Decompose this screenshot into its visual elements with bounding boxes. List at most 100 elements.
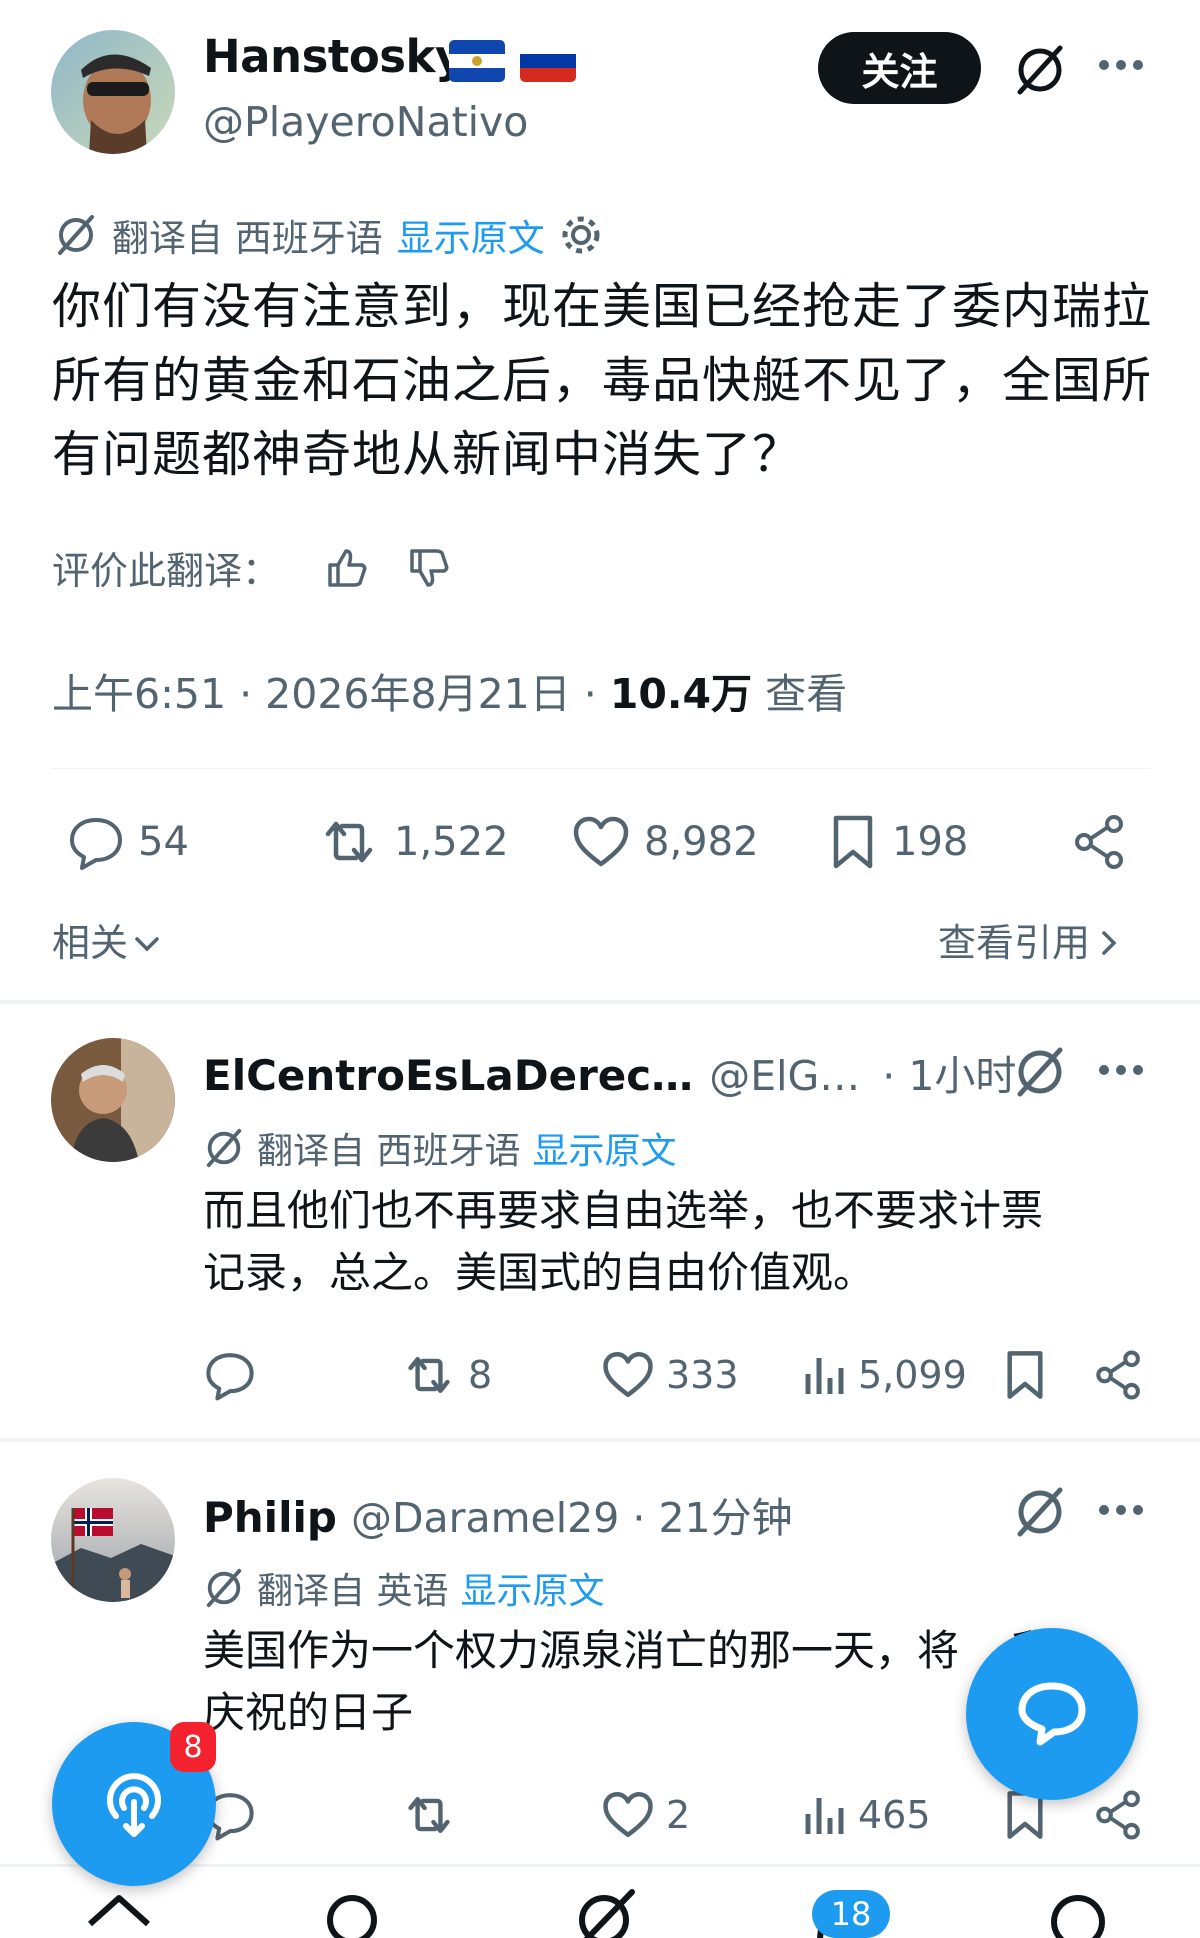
views-count: 465 <box>858 1793 931 1837</box>
repost-count: 1,522 <box>394 819 509 865</box>
reply-text-line: 记录，总之。美国式的自由价值观。 <box>203 1248 876 1297</box>
flag-el-salvador-icon <box>449 40 505 82</box>
grok-icon <box>203 1127 245 1169</box>
profile-icon[interactable] <box>1048 1892 1108 1938</box>
bookmark-icon[interactable] <box>1000 1348 1050 1402</box>
reply-author-name[interactable]: Philip <box>203 1493 337 1542</box>
like-count: 8,982 <box>644 819 759 865</box>
author-name[interactable]: Hanstosky <box>203 30 464 83</box>
author-avatar[interactable] <box>51 30 175 154</box>
repost-icon <box>408 1796 450 1834</box>
tweet-time[interactable]: 上午6:51 · 2026年8月21日 · <box>52 670 610 718</box>
notifications-badge: 18 <box>812 1890 890 1938</box>
author-handle[interactable]: @PlayeroNativo <box>203 98 528 146</box>
views-icon <box>805 1358 844 1394</box>
repost-button[interactable] <box>400 1788 458 1842</box>
like-button[interactable]: 333 <box>600 1348 739 1402</box>
reply-text: 而且他们也不再要求自由选举，也不要求计票 记录，总之。美国式的自由价值观。 <box>203 1180 1163 1304</box>
thumb-up-icon[interactable] <box>324 545 370 591</box>
like-icon <box>603 1792 653 1838</box>
reply-count: 54 <box>138 819 189 865</box>
reply-button[interactable] <box>203 1348 257 1402</box>
views-button[interactable]: 465 <box>800 1788 931 1842</box>
views-icon <box>805 1798 844 1834</box>
rate-translation-label: 评价此翻译： <box>52 549 281 593</box>
share-icon[interactable] <box>1092 1788 1146 1842</box>
reply-text-line: 美国作为一个权力源泉消亡的那一天，将 <box>203 1626 960 1675</box>
like-count: 2 <box>666 1793 691 1837</box>
spaces-icon <box>107 1773 161 1837</box>
reply-author-handle[interactable]: @Daramel29 · 21分钟 <box>351 1484 793 1544</box>
reply-translation-bar: 翻译自 英语 显示原文 <box>203 1562 604 1614</box>
repost-icon <box>408 1356 450 1394</box>
reply-icon <box>70 818 122 870</box>
divider <box>52 768 1150 769</box>
reply-time[interactable]: · 1小时 <box>882 1042 1016 1102</box>
translate-source: 翻译自 西班牙语 <box>257 1131 521 1172</box>
repost-count: 8 <box>468 1353 493 1397</box>
more-icon[interactable] <box>1098 1063 1144 1077</box>
views-count: 5,099 <box>858 1353 967 1397</box>
bookmark-button[interactable]: 198 <box>826 812 968 872</box>
repost-button[interactable]: 8 <box>400 1348 492 1402</box>
bookmark-icon <box>833 815 873 869</box>
reply-avatar[interactable] <box>51 1478 175 1602</box>
grok-icon[interactable] <box>570 1886 640 1938</box>
gear-icon[interactable] <box>559 213 603 257</box>
reply-avatar[interactable] <box>51 1038 175 1162</box>
chevron-down-icon <box>135 936 159 951</box>
follow-button[interactable]: 关注 <box>818 32 981 104</box>
translate-source: 翻译自 西班牙语 <box>112 217 383 260</box>
like-icon <box>573 816 629 867</box>
flag-russia-icon <box>520 40 576 82</box>
search-icon[interactable] <box>322 1890 382 1938</box>
share-icon[interactable] <box>1092 1348 1146 1402</box>
chat-button[interactable] <box>966 1628 1138 1800</box>
reply-icon <box>206 1353 254 1401</box>
reply-header: ElCentroEsLaDerec… @ElG… · 1小时 <box>203 1042 1016 1102</box>
chat-icon <box>1018 1682 1086 1746</box>
bookmark-count: 198 <box>892 819 969 865</box>
translate-source: 翻译自 英语 <box>257 1571 449 1612</box>
show-original-link[interactable]: 显示原文 <box>397 208 545 262</box>
reply-header: Philip @Daramel29 · 21分钟 <box>203 1484 793 1544</box>
home-icon[interactable] <box>84 1890 154 1938</box>
grok-icon <box>203 1567 245 1609</box>
like-button[interactable]: 8,982 <box>570 812 759 872</box>
related-toggle[interactable]: 相关 <box>52 912 162 967</box>
grok-icon[interactable] <box>1012 42 1068 98</box>
spaces-badge: 8 <box>170 1722 216 1772</box>
show-original-link[interactable]: 显示原文 <box>532 1122 676 1174</box>
repost-button[interactable]: 1,522 <box>316 812 509 872</box>
like-icon <box>603 1352 653 1398</box>
reply-author-name[interactable]: ElCentroEsLaDerec… <box>203 1051 693 1100</box>
chevron-right-icon <box>1102 930 1117 955</box>
bottom-nav <box>0 1868 1200 1938</box>
grok-icon <box>54 213 98 257</box>
grok-icon[interactable] <box>1012 1484 1068 1540</box>
view-quotes-link[interactable]: 查看引用 <box>938 912 1124 967</box>
like-button[interactable]: 2 <box>600 1788 690 1842</box>
translation-bar: 翻译自 西班牙语 显示原文 <box>54 208 603 262</box>
section-divider <box>0 1438 1200 1442</box>
more-icon[interactable] <box>1098 1503 1144 1517</box>
repost-icon <box>325 821 373 863</box>
reply-button[interactable]: 54 <box>66 812 189 872</box>
thumb-down-icon[interactable] <box>406 545 452 591</box>
reply-author-handle[interactable]: @ElG… <box>709 1052 860 1100</box>
like-count: 333 <box>666 1353 739 1397</box>
share-icon[interactable] <box>1070 812 1130 872</box>
reply-translation-bar: 翻译自 西班牙语 显示原文 <box>203 1122 676 1174</box>
related-label: 相关 <box>52 921 129 965</box>
more-icon[interactable] <box>1098 58 1144 72</box>
tweet-text: 你们有没有注意到，现在美国已经抢走了委内瑞拉所有的黄金和石油之后，毒品快艇不见了… <box>52 278 1153 483</box>
grok-icon[interactable] <box>1012 1044 1068 1100</box>
tweet-meta: 上午6:51 · 2026年8月21日 · 10.4万 查看 <box>52 660 847 720</box>
views-count: 10.4万 <box>609 670 753 718</box>
show-original-link[interactable]: 显示原文 <box>460 1562 604 1614</box>
views-button[interactable]: 5,099 <box>800 1348 967 1402</box>
views-label: 查看 <box>752 670 848 718</box>
view-quotes-label: 查看引用 <box>938 921 1091 965</box>
reply-text-line: 而且他们也不再要求自由选举，也不要求计票 <box>203 1186 1044 1235</box>
section-divider <box>0 1000 1200 1004</box>
